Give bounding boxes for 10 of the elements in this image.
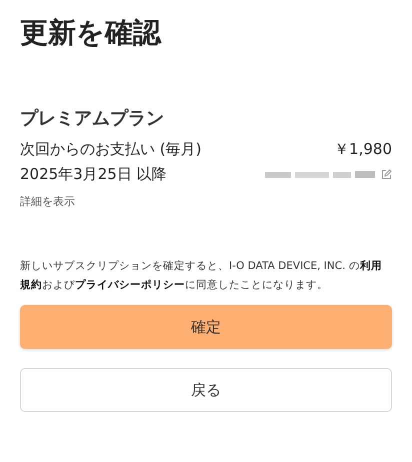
- show-details-link[interactable]: 詳細を表示: [20, 194, 75, 209]
- start-date: 2025年3月25日 以降: [20, 165, 167, 184]
- back-button[interactable]: 戻る: [20, 368, 392, 412]
- price: ￥1,980: [334, 140, 392, 159]
- confirm-button[interactable]: 確定: [20, 305, 392, 349]
- page-title: 更新を確認: [20, 15, 161, 51]
- terms-text: 新しいサブスクリプションを確定すると、I-O DATA DEVICE, INC. の利用規約およびプライバシーポリシーに同意したことになります。: [20, 259, 383, 293]
- payment-label: 次回からのお支払い (毎月): [20, 140, 202, 159]
- edit-icon[interactable]: [381, 169, 392, 180]
- plan-name: プレミアムプラン: [20, 107, 164, 130]
